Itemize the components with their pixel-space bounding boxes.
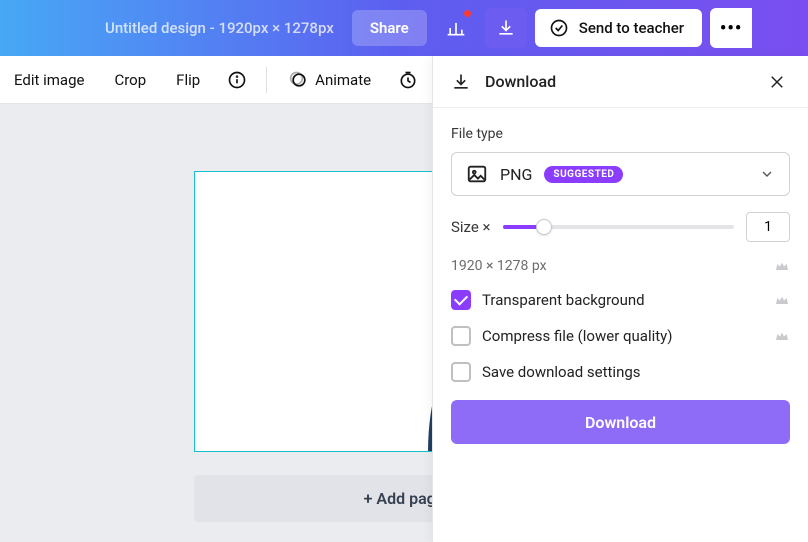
bar-chart-icon: [446, 18, 466, 38]
download-header-button[interactable]: [485, 8, 527, 48]
filetype-label: File type: [451, 126, 790, 142]
slider-thumb[interactable]: [536, 219, 552, 235]
chevron-down-icon: [759, 166, 775, 182]
save-settings-row: Save download settings: [451, 362, 790, 382]
download-icon: [451, 72, 471, 92]
flip-button[interactable]: Flip: [166, 65, 210, 95]
document-title[interactable]: Untitled design - 1920px × 1278px: [105, 19, 334, 37]
download-panel: Download File type PNG SUGGESTED Size ×: [432, 56, 808, 542]
more-horizontal-icon: •••: [720, 18, 742, 39]
animate-button[interactable]: Animate: [279, 64, 381, 96]
image-file-icon: [466, 163, 488, 185]
animate-icon: [289, 70, 309, 90]
suggested-badge: SUGGESTED: [544, 166, 623, 183]
toolbar-separator: [266, 67, 267, 93]
more-menu-button[interactable]: •••: [710, 8, 752, 48]
share-button[interactable]: Share: [352, 10, 427, 46]
transparent-bg-row: Transparent background: [451, 290, 790, 310]
compress-label: Compress file (lower quality): [482, 327, 763, 345]
app-header: Untitled design - 1920px × 1278px Share …: [0, 0, 808, 56]
download-panel-body: File type PNG SUGGESTED Size × 192: [433, 108, 808, 394]
size-label: Size ×: [451, 218, 491, 236]
clock-icon: [398, 70, 418, 90]
send-to-teacher-button[interactable]: Send to teacher: [535, 9, 702, 47]
notification-dot-icon: [464, 10, 471, 17]
crown-icon: [774, 328, 790, 344]
close-panel-button[interactable]: [764, 69, 790, 95]
size-row: Size ×: [451, 212, 790, 242]
info-circle-icon: [227, 70, 247, 90]
send-to-teacher-label: Send to teacher: [579, 19, 684, 37]
crown-icon: [774, 258, 790, 274]
crown-icon: [774, 292, 790, 308]
animate-label: Animate: [315, 71, 371, 89]
info-button[interactable]: [220, 64, 254, 96]
insights-button[interactable]: [435, 8, 477, 48]
size-slider[interactable]: [503, 217, 734, 237]
transparent-bg-checkbox[interactable]: [451, 290, 471, 310]
filetype-select[interactable]: PNG SUGGESTED: [451, 152, 790, 196]
save-settings-label: Save download settings: [482, 363, 790, 381]
download-icon: [496, 18, 516, 38]
download-panel-header: Download: [433, 56, 808, 108]
edit-image-button[interactable]: Edit image: [4, 65, 94, 95]
dimensions-row: 1920 × 1278 px: [451, 258, 790, 274]
compress-checkbox[interactable]: [451, 326, 471, 346]
dimensions-text: 1920 × 1278 px: [451, 258, 547, 274]
compress-row: Compress file (lower quality): [451, 326, 790, 346]
save-settings-checkbox[interactable]: [451, 362, 471, 382]
timing-button[interactable]: [391, 64, 425, 96]
crop-button[interactable]: Crop: [104, 65, 156, 95]
close-icon: [768, 73, 786, 91]
checkmark-circle-icon: [549, 18, 569, 38]
download-button[interactable]: Download: [451, 400, 790, 444]
download-panel-title: Download: [485, 72, 750, 91]
size-multiplier-input[interactable]: [746, 212, 790, 242]
filetype-value: PNG: [500, 165, 532, 184]
transparent-bg-label: Transparent background: [482, 291, 763, 309]
